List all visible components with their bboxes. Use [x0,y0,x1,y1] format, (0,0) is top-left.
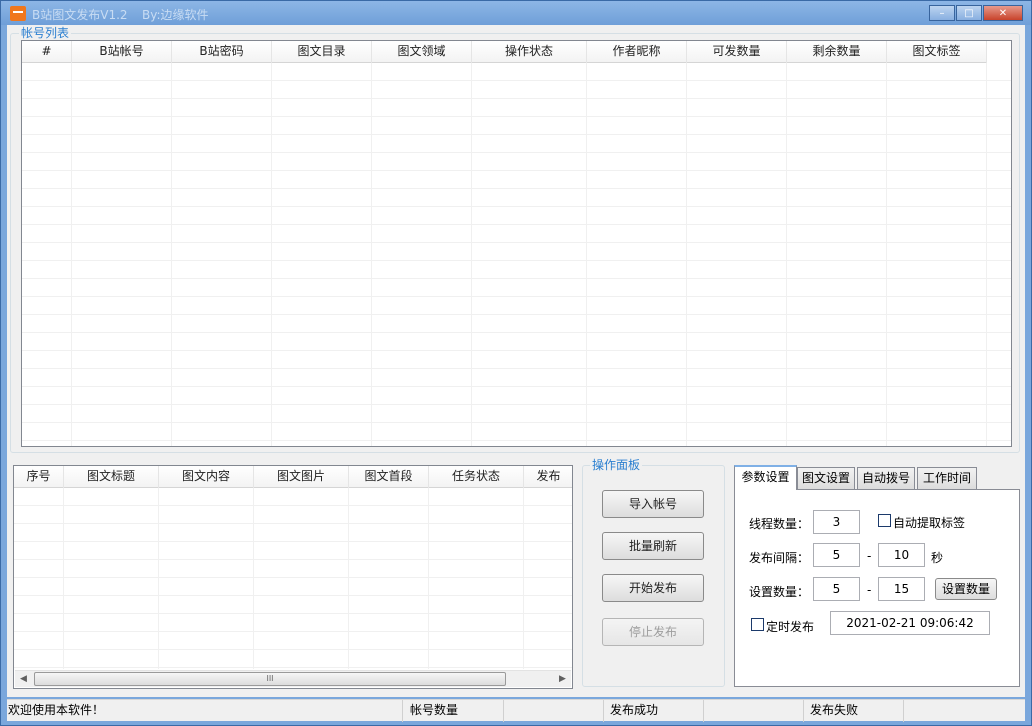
params-panel: 线程数量： 3 自动提取标签 发布间隔： 5 - 10 秒 设置数量： 5 - … [734,489,1020,687]
thread-count-input[interactable]: 3 [813,510,860,534]
close-icon: ✕ [998,8,1008,19]
window-author: By:边缘软件 [142,8,209,22]
account-table-body[interactable] [22,63,1011,446]
scheduled-label: 定时发布 [766,620,815,634]
account-list-title: 帐号列表 [19,26,72,40]
task-table-hscrollbar[interactable]: ◀ III ▶ [15,670,571,687]
nickname-column-header[interactable]: 作者昵称 [587,41,687,63]
tab-auto-dial[interactable]: 自动拨号 [857,467,915,489]
column-divider [786,63,787,446]
app-icon [10,6,26,21]
scheduled-checkbox[interactable] [751,618,764,631]
interval-dash: - [867,549,872,563]
column-divider [471,63,472,446]
domain-column-header[interactable]: 图文领域 [372,41,472,63]
scroll-left-icon[interactable]: ◀ [15,671,32,687]
status-success-value [704,700,804,722]
minimize-button[interactable]: – [929,5,955,21]
maximize-button[interactable]: □ [956,5,982,21]
interval-max-input[interactable]: 10 [878,543,925,567]
status-fail: 发布失败 [808,700,904,722]
task-table[interactable]: 序号 图文标题 图文内容 图文图片 图文首段 任务状态 发布 ◀ III ▶ [13,465,573,689]
import-accounts-button[interactable]: 导入帐号 [602,490,704,518]
client-area: 帐号列表 # B站帐号 B站密码 图文目录 图文领域 操作状态 作者昵称 可发数量 剩余数量 图文… [7,25,1025,722]
close-button[interactable]: ✕ [983,5,1023,21]
count-min-input[interactable]: 5 [813,577,860,601]
thread-count-label: 线程数量： [749,517,810,531]
column-divider [686,63,687,446]
interval-label: 发布间隔： [749,551,810,565]
status-account-count-value [504,700,604,722]
set-count-button[interactable]: 设置数量 [935,578,997,600]
status-fail-value [904,700,1025,722]
column-divider [171,63,172,446]
tab-params[interactable]: 参数设置 [734,465,797,490]
title-column-header[interactable]: 图文标题 [64,466,159,488]
status-success: 发布成功 [608,700,704,722]
column-divider [71,63,72,446]
seq-column-header[interactable]: 序号 [14,466,64,488]
index-column-header[interactable]: # [22,41,72,63]
column-divider [371,63,372,446]
available-column-header[interactable]: 可发数量 [687,41,787,63]
column-divider [886,63,887,446]
task-table-header: 序号 图文标题 图文内容 图文图片 图文首段 任务状态 发布 [14,466,572,488]
content-column-header[interactable]: 图文内容 [159,466,254,488]
count-max-input[interactable]: 15 [878,577,925,601]
count-dash: - [867,583,872,597]
column-divider [253,488,254,669]
maximize-icon: □ [964,8,974,19]
interval-min-input[interactable]: 5 [813,543,860,567]
interval-unit-label: 秒 [931,551,944,565]
column-divider [428,488,429,669]
directory-column-header[interactable]: 图文目录 [272,41,372,63]
password-column-header[interactable]: B站密码 [172,41,272,63]
batch-refresh-button[interactable]: 批量刷新 [602,532,704,560]
start-publish-button[interactable]: 开始发布 [602,574,704,602]
tags-column-header[interactable]: 图文标签 [887,41,987,63]
title-bar[interactable]: B站图文发布V1.2 By:边缘软件 – □ ✕ [1,1,1031,25]
count-label: 设置数量： [749,585,810,599]
account-column-header[interactable]: B站帐号 [72,41,172,63]
publish-column-header[interactable]: 发布 [524,466,572,488]
remaining-column-header[interactable]: 剩余数量 [787,41,887,63]
window-controls: – □ ✕ [928,5,1023,21]
status-welcome: 欢迎使用本软件！ [7,700,403,722]
status-bar: 欢迎使用本软件！ 帐号数量 发布成功 发布失败 [7,699,1025,722]
scheduled-time-input[interactable]: 2021-02-21 09:06:42 [830,611,990,635]
account-table-header: # B站帐号 B站密码 图文目录 图文领域 操作状态 作者昵称 可发数量 剩余数量 图文标签 [22,41,987,63]
column-divider [523,488,524,669]
main-window: B站图文发布V1.2 By:边缘软件 – □ ✕ 帐号列表 # B站帐号 B站密码图… [0,0,1032,726]
column-divider [586,63,587,446]
scroll-thumb[interactable]: III [34,672,506,686]
task-table-body[interactable] [14,488,572,669]
column-divider [986,63,987,446]
column-divider [271,63,272,446]
column-divider [63,488,64,669]
account-table[interactable]: # B站帐号 B站密码 图文目录 图文领域 操作状态 作者昵称 可发数量 剩余数量 图文标签 [21,40,1012,447]
window-title: B站图文发布V1.2 [32,8,128,22]
ops-panel-title: 操作面板 [590,458,643,472]
task-status-column-header[interactable]: 任务状态 [429,466,524,488]
auto-tag-checkbox[interactable] [878,514,891,527]
minimize-icon: – [939,8,945,19]
auto-tag-label: 自动提取标签 [893,516,966,530]
status-account-count: 帐号数量 [408,700,504,722]
scroll-right-icon[interactable]: ▶ [554,671,571,687]
stop-publish-button[interactable]: 停止发布 [602,618,704,646]
column-divider [348,488,349,669]
first-paragraph-column-header[interactable]: 图文首段 [349,466,429,488]
image-column-header[interactable]: 图文图片 [254,466,349,488]
status-column-header[interactable]: 操作状态 [472,41,587,63]
column-divider [158,488,159,669]
tab-post-settings[interactable]: 图文设置 [797,467,855,489]
tab-work-time[interactable]: 工作时间 [917,467,977,489]
